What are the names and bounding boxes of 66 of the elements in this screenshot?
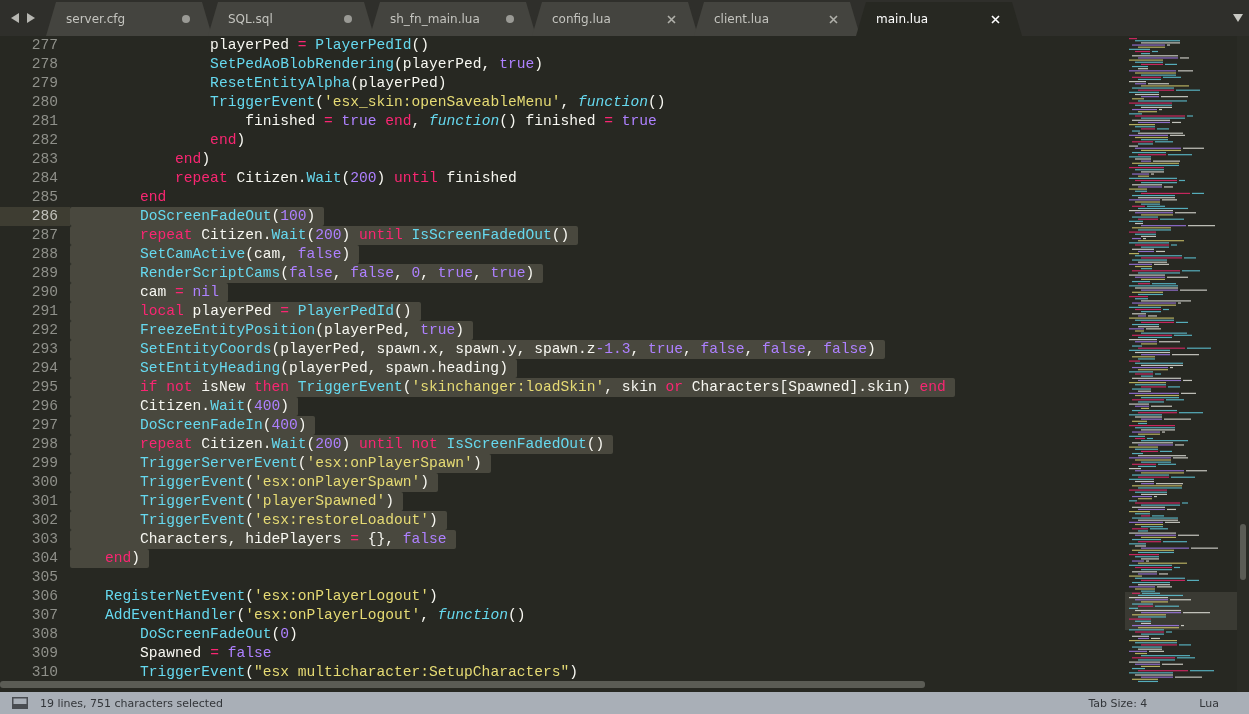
line-number: 301: [30, 492, 59, 511]
file-tab[interactable]: SQL.sql: [208, 2, 374, 36]
line-number: 279: [30, 74, 59, 93]
line-number: 284: [30, 169, 59, 188]
code-line: TriggerEvent('esx_skin:openSaveableMenu', function(): [209, 93, 667, 112]
line-number: 289: [30, 264, 59, 283]
line-number: 283: [30, 150, 59, 169]
line-number: 310: [30, 663, 59, 682]
left-arrow-icon[interactable]: [11, 13, 19, 23]
dropdown-arrow-icon[interactable]: [1233, 14, 1243, 22]
line-number: 295: [30, 378, 59, 397]
right-arrow-icon[interactable]: [27, 13, 35, 23]
unsaved-dot-icon: [506, 15, 514, 23]
code-line: end: [139, 188, 168, 207]
line-number: 287: [30, 226, 59, 245]
line-number: 300: [30, 473, 59, 492]
line-number: 306: [30, 587, 59, 606]
code-line: ResetEntityAlpha(playerPed): [209, 74, 448, 93]
line-number: 290: [30, 283, 59, 302]
code-line: Spawned = false: [139, 644, 273, 663]
line-number: 297: [30, 416, 59, 435]
line-number: 286: [0, 207, 70, 226]
line-number: 293: [30, 340, 59, 359]
line-number: 277: [30, 36, 59, 55]
code-line: finished = true end, function() finished = true: [244, 112, 658, 131]
line-number: 280: [30, 93, 59, 112]
line-number: 299: [30, 454, 59, 473]
line-number: 305: [30, 568, 59, 587]
code-line: repeat Citizen.Wait(200) until finished: [174, 169, 518, 188]
code-line: RegisterNetEvent('esx:onPlayerLogout'): [104, 587, 439, 606]
line-number: 309: [30, 644, 59, 663]
line-number: 303: [30, 530, 59, 549]
tab-size-status[interactable]: Tab Size: 4: [1088, 696, 1148, 710]
line-number: 307: [30, 606, 59, 625]
panel-icon[interactable]: [12, 697, 28, 709]
line-number: 304: [30, 549, 59, 568]
file-tab[interactable]: config.lua: [532, 2, 698, 36]
line-number: 281: [30, 112, 59, 131]
file-tab[interactable]: sh_fn_main.lua: [370, 2, 536, 36]
code-line: AddEventHandler('esx:onPlayerLogout', function(): [104, 606, 527, 625]
line-number: 282: [30, 131, 59, 150]
scrollbar-thumb[interactable]: [1240, 524, 1246, 580]
line-number: 292: [30, 321, 59, 340]
file-tab[interactable]: server.cfg: [46, 2, 212, 36]
line-number: 294: [30, 359, 59, 378]
line-number: 288: [30, 245, 59, 264]
code-line: SetPedAoBlobRendering(playerPed, true): [209, 55, 544, 74]
syntax-status[interactable]: Lua: [1199, 696, 1219, 710]
selection-status: 19 lines, 751 characters selected: [40, 696, 224, 710]
line-number: 302: [30, 511, 59, 530]
scrollbar-thumb[interactable]: [0, 681, 925, 688]
code-line: end): [209, 131, 247, 150]
line-number: 285: [30, 188, 59, 207]
line-number: 278: [30, 55, 59, 74]
line-number: 298: [30, 435, 59, 454]
unsaved-dot-icon: [344, 15, 352, 23]
file-tab[interactable]: main.lua: [856, 2, 1022, 36]
line-number: 296: [30, 397, 59, 416]
file-tab[interactable]: client.lua: [694, 2, 860, 36]
code-line: end): [174, 150, 212, 169]
line-number: 291: [30, 302, 59, 321]
unsaved-dot-icon: [182, 15, 190, 23]
line-number: 308: [30, 625, 59, 644]
code-line: TriggerEvent("esx multicharacter:SetupCharacters"): [139, 663, 579, 682]
code-line: DoScreenFadeOut(0): [139, 625, 299, 644]
code-line: playerPed = PlayerPedId(): [209, 36, 431, 55]
